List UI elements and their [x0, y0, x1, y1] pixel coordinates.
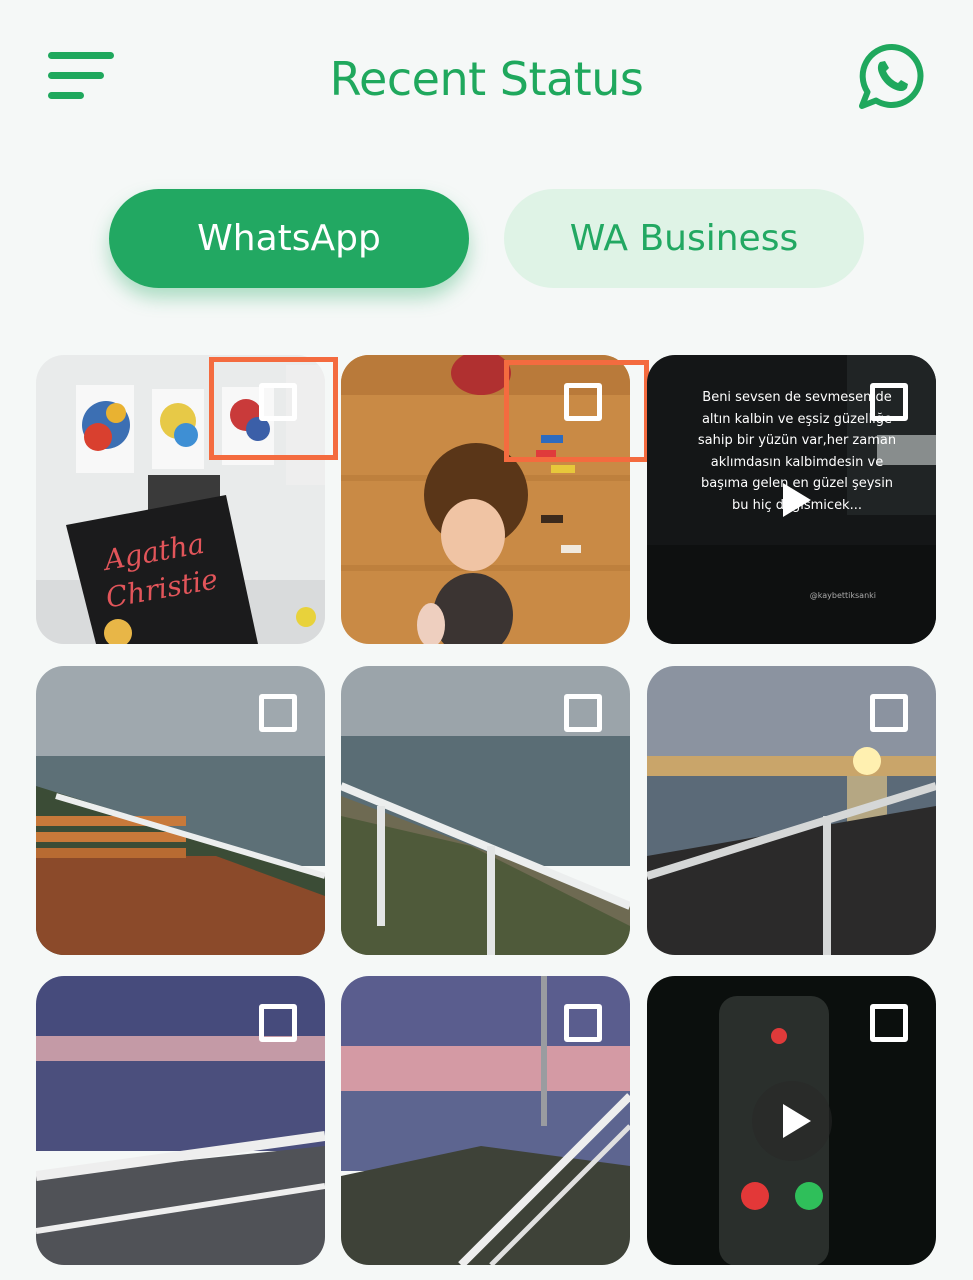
- status-thumbnail[interactable]: [341, 976, 630, 1265]
- play-icon[interactable]: [752, 460, 832, 540]
- status-thumbnail[interactable]: [341, 666, 630, 955]
- status-credit: @kaybettiksanki: [809, 591, 876, 600]
- select-checkbox[interactable]: [259, 1004, 297, 1042]
- select-checkbox[interactable]: [564, 694, 602, 732]
- select-checkbox[interactable]: [259, 694, 297, 732]
- select-checkbox[interactable]: [870, 694, 908, 732]
- page-title: Recent Status: [329, 52, 644, 106]
- select-checkbox[interactable]: [259, 383, 297, 421]
- whatsapp-icon[interactable]: [858, 42, 926, 110]
- status-thumbnail[interactable]: [36, 666, 325, 955]
- select-checkbox[interactable]: [564, 1004, 602, 1042]
- status-video-thumbnail[interactable]: Beni sevsen de sevmesen de altın kalbin …: [647, 355, 936, 644]
- play-icon[interactable]: [751, 1080, 832, 1161]
- tab-wa-business[interactable]: WA Business: [504, 189, 864, 288]
- app-header: Recent Status: [0, 0, 973, 150]
- status-thumbnail[interactable]: [36, 976, 325, 1265]
- status-thumbnail[interactable]: Agatha Christie: [36, 355, 325, 644]
- select-checkbox[interactable]: [870, 383, 908, 421]
- status-thumbnail[interactable]: [341, 355, 630, 644]
- select-checkbox[interactable]: [870, 1004, 908, 1042]
- tab-whatsapp[interactable]: WhatsApp: [109, 189, 469, 288]
- select-checkbox[interactable]: [564, 383, 602, 421]
- status-thumbnail[interactable]: [647, 666, 936, 955]
- status-video-thumbnail[interactable]: [647, 976, 936, 1265]
